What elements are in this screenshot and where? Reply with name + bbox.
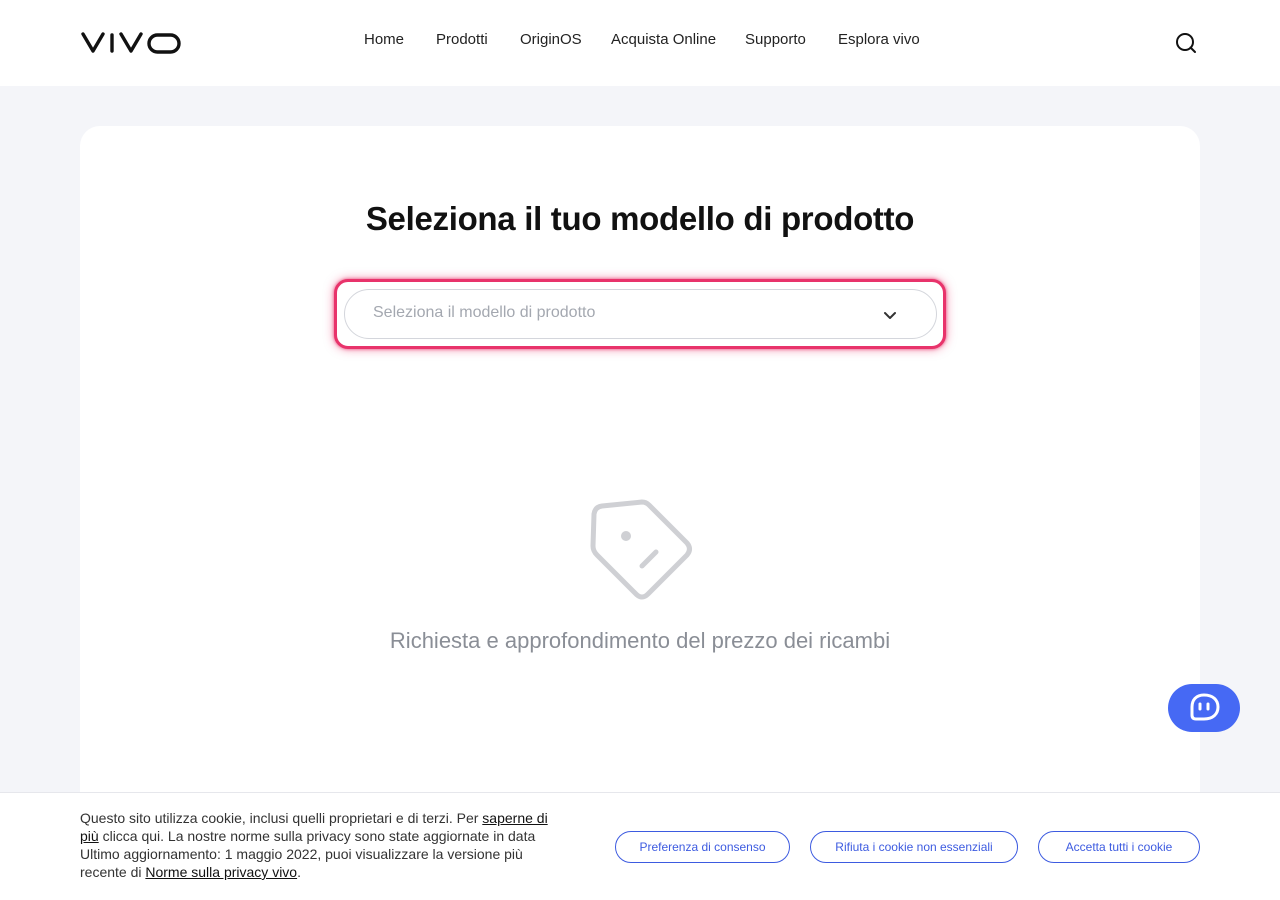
site-header: Home Prodotti OriginOS Acquista Online S… bbox=[0, 0, 1280, 86]
cookie-text-part: Questo sito utilizza cookie, inclusi que… bbox=[80, 810, 483, 826]
chat-bot-icon bbox=[1190, 693, 1220, 721]
nav-acquista-online[interactable]: Acquista Online bbox=[611, 31, 716, 48]
price-tag-icon bbox=[584, 494, 698, 608]
select-placeholder: Seleziona il modello di prodotto bbox=[373, 304, 596, 321]
consent-preferences-button[interactable]: Preferenza di consenso bbox=[615, 831, 790, 863]
nav-prodotti[interactable]: Prodotti bbox=[436, 31, 488, 48]
reject-cookies-button[interactable]: Rifiuta i cookie non essenziali bbox=[810, 831, 1018, 863]
nav-esplora-vivo[interactable]: Esplora vivo bbox=[838, 31, 920, 48]
product-model-select[interactable]: Seleziona il modello di prodotto bbox=[344, 289, 937, 339]
main-nav: Home Prodotti OriginOS Acquista Online S… bbox=[0, 0, 1280, 82]
search-icon[interactable] bbox=[1174, 31, 1198, 55]
select-highlight: Seleziona il modello di prodotto bbox=[334, 279, 946, 349]
nav-home[interactable]: Home bbox=[364, 31, 404, 48]
empty-state-text: Richiesta e approfondimento del prezzo d… bbox=[389, 628, 891, 653]
cookie-text: Questo sito utilizza cookie, inclusi que… bbox=[80, 809, 570, 881]
page-title: Seleziona il tuo modello di prodotto bbox=[365, 200, 915, 237]
cookie-banner: Questo sito utilizza cookie, inclusi que… bbox=[0, 792, 1280, 900]
cookie-text-part: . bbox=[297, 864, 301, 880]
nav-supporto[interactable]: Supporto bbox=[745, 31, 806, 48]
accept-cookies-button[interactable]: Accetta tutti i cookie bbox=[1038, 831, 1200, 863]
nav-originos[interactable]: OriginOS bbox=[520, 31, 582, 48]
chat-bot-button[interactable] bbox=[1168, 684, 1240, 732]
privacy-policy-link[interactable]: Norme sulla privacy vivo bbox=[145, 864, 297, 880]
chevron-down-icon bbox=[881, 306, 899, 324]
